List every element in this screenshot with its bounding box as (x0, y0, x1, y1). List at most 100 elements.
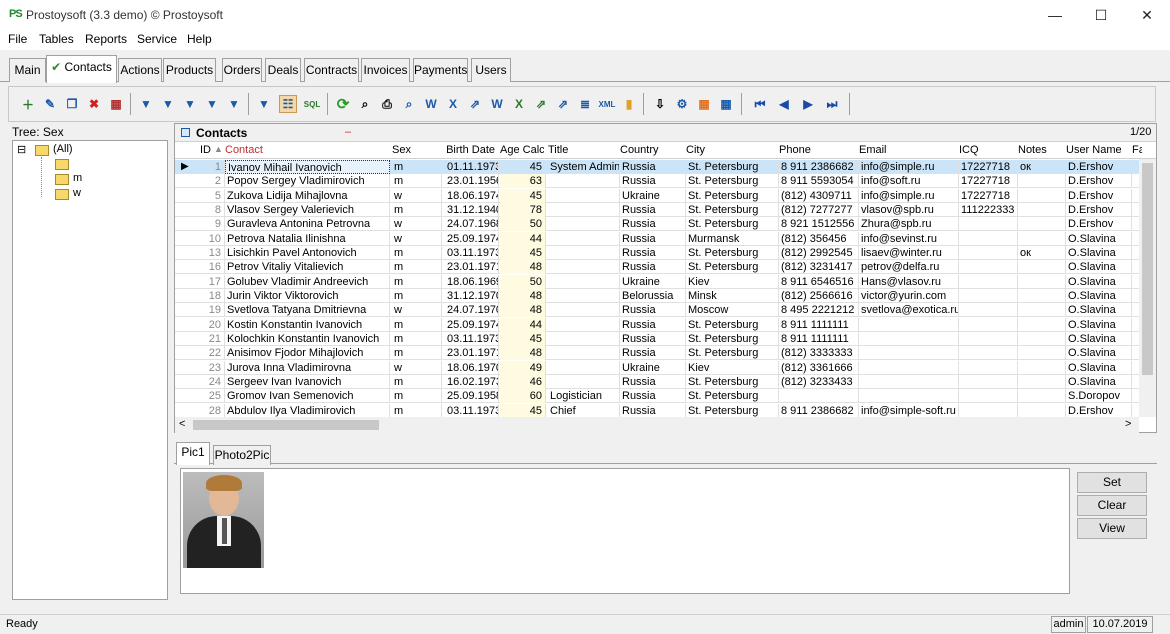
cell-user-name[interactable]: D.Ershov (1066, 188, 1132, 203)
cell-sex[interactable]: m (392, 331, 442, 346)
cell-contact[interactable]: Svetlova Tatyana Dmitrievna (225, 303, 390, 318)
cell-sex[interactable]: w (392, 217, 442, 232)
cell-id[interactable]: 25 (200, 389, 225, 404)
cell-id[interactable]: 21 (200, 331, 225, 346)
table-row[interactable]: 24 Sergeev Ivan Ivanovich m 16.02.1973 46 Rus… (175, 374, 1139, 389)
cell-country[interactable]: Russia (620, 389, 686, 404)
cell-age-calc[interactable]: 45 (500, 245, 546, 260)
tab-payments[interactable]: Payments (413, 58, 468, 82)
filter-add-icon[interactable]: ▼ (137, 95, 155, 113)
cell-notes[interactable] (1018, 360, 1066, 375)
cell-city[interactable]: St. Petersburg (686, 389, 779, 404)
cell-notes[interactable] (1018, 331, 1066, 346)
tab-deals[interactable]: Deals (265, 58, 301, 82)
print-icon[interactable]: ⎙ (378, 95, 396, 113)
columns-icon[interactable]: ▦ (717, 95, 735, 113)
cell-id[interactable]: 23 (200, 360, 225, 375)
column-icq[interactable]: ICQ (959, 144, 1015, 156)
edit-icon[interactable]: ✎ (41, 95, 59, 113)
cell-city[interactable]: St. Petersburg (686, 346, 779, 361)
cell-country[interactable]: Ukraine (620, 274, 686, 289)
tree-expander-icon[interactable]: ⊟ (17, 143, 26, 156)
cell-sex[interactable]: m (392, 374, 442, 389)
cell-icq[interactable] (959, 331, 1018, 346)
cell-city[interactable]: Kiev (686, 360, 779, 375)
tab-orders[interactable]: Orders (222, 58, 262, 82)
cell-phone[interactable]: (812) 3233433 (779, 374, 859, 389)
vertical-scrollbar[interactable] (1139, 159, 1156, 417)
column-phone[interactable]: Phone (779, 144, 857, 156)
cell-city[interactable]: St. Petersburg (686, 403, 779, 417)
cell-icq[interactable] (959, 360, 1018, 375)
cell-user-name[interactable]: O.Slavina (1066, 274, 1132, 289)
cell-email[interactable]: info@simple.ru (859, 160, 959, 174)
cell-title[interactable] (548, 217, 620, 232)
table-row[interactable]: 10 Petrova Natalia Ilinishna w 25.09.1974 44… (175, 231, 1139, 246)
cell-user-name[interactable]: O.Slavina (1066, 260, 1132, 275)
cell-contact[interactable]: Jurova Inna Vladimirovna (225, 360, 390, 375)
import-icon[interactable]: ⇩ (651, 95, 669, 113)
cell-contact[interactable]: Golubev Vladimir Andreevich (225, 274, 390, 289)
column-sex[interactable]: Sex (392, 144, 442, 156)
cell-birth-date[interactable]: 25.09.1958 (445, 389, 499, 404)
cell-id[interactable]: 19 (200, 303, 225, 318)
cell-city[interactable]: Moscow (686, 303, 779, 318)
tab-contacts[interactable]: ✔ Contacts (46, 55, 117, 83)
menu-file[interactable]: File (8, 32, 27, 46)
column-contact[interactable]: Contact (225, 144, 390, 156)
menu-reports[interactable]: Reports (85, 32, 127, 46)
cell-birth-date[interactable]: 18.06.1974 (445, 188, 499, 203)
export-word-icon[interactable]: W (422, 95, 440, 113)
menu-help[interactable]: Help (187, 32, 212, 46)
cell-country[interactable]: Russia (620, 403, 686, 417)
cell-notes[interactable] (1018, 303, 1066, 318)
cell-title[interactable] (548, 303, 620, 318)
cell-notes[interactable] (1018, 202, 1066, 217)
column-user-name[interactable]: User Name (1066, 144, 1130, 156)
horizontal-scrollbar[interactable]: < > (175, 417, 1139, 433)
cell-birth-date[interactable]: 24.07.1968 (445, 217, 499, 232)
cell-sex[interactable]: m (392, 288, 442, 303)
cell-sex[interactable]: m (392, 260, 442, 275)
cell-notes[interactable] (1018, 231, 1066, 246)
cell-age-calc[interactable]: 46 (500, 374, 546, 389)
cell-notes[interactable] (1018, 274, 1066, 289)
cell-id[interactable]: 20 (200, 317, 225, 332)
sql-icon[interactable]: SQL (303, 95, 321, 113)
cell-city[interactable]: St. Petersburg (686, 331, 779, 346)
cell-sex[interactable]: m (392, 245, 442, 260)
table-row[interactable]: 19 Svetlova Tatyana Dmitrievna w 24.07.1970… (175, 303, 1139, 318)
cell-email[interactable]: petrov@delfa.ru (859, 260, 959, 275)
table-row[interactable]: 17 Golubev Vladimir Andreevich m 18.06.1969… (175, 274, 1139, 289)
cell-icq[interactable] (959, 303, 1018, 318)
cell-country[interactable]: Ukraine (620, 360, 686, 375)
cell-contact[interactable]: Lisichkin Pavel Antonovich (225, 245, 390, 260)
cell-country[interactable]: Ukraine (620, 188, 686, 203)
cell-city[interactable]: St. Petersburg (686, 260, 779, 275)
export-excel-alt-icon[interactable]: X (510, 95, 528, 113)
column-email[interactable]: Email (859, 144, 955, 156)
cell-phone[interactable]: 8 911 1111111 (779, 317, 859, 332)
cell-birth-date[interactable]: 25.09.1974 (445, 231, 499, 246)
cell-title[interactable] (548, 202, 620, 217)
table-row[interactable]: 18 Jurin Viktor Viktorovich m 31.12.1970 48 B… (175, 288, 1139, 303)
cell-notes[interactable] (1018, 374, 1066, 389)
cell-birth-date[interactable]: 23.01.1956 (445, 174, 499, 189)
filter-tree-icon[interactable]: ▼ (255, 95, 273, 113)
cell-country[interactable]: Russia (620, 374, 686, 389)
cell-phone[interactable]: 8 495 2221212 (779, 303, 859, 318)
export-word-alt-icon[interactable]: W (488, 95, 506, 113)
cell-country[interactable]: Russia (620, 174, 686, 189)
cell-birth-date[interactable]: 18.06.1969 (445, 274, 499, 289)
scroll-thumb[interactable] (1142, 163, 1153, 375)
cell-phone[interactable]: 8 911 6546516 (779, 274, 859, 289)
export-text-icon[interactable]: ≣ (576, 95, 594, 113)
cell-birth-date[interactable]: 31.12.1940 (445, 202, 499, 217)
cell-email[interactable]: Hans@vlasov.ru (859, 274, 959, 289)
cell-id[interactable]: 2 (200, 174, 225, 189)
settings-icon[interactable]: ⚙ (673, 95, 691, 113)
tab-photo2pic[interactable]: Photo2Pic (213, 445, 271, 465)
cell-title[interactable]: Chief (548, 403, 620, 417)
cell-sex[interactable]: m (392, 274, 442, 289)
scroll-left-icon[interactable]: < (179, 418, 185, 430)
